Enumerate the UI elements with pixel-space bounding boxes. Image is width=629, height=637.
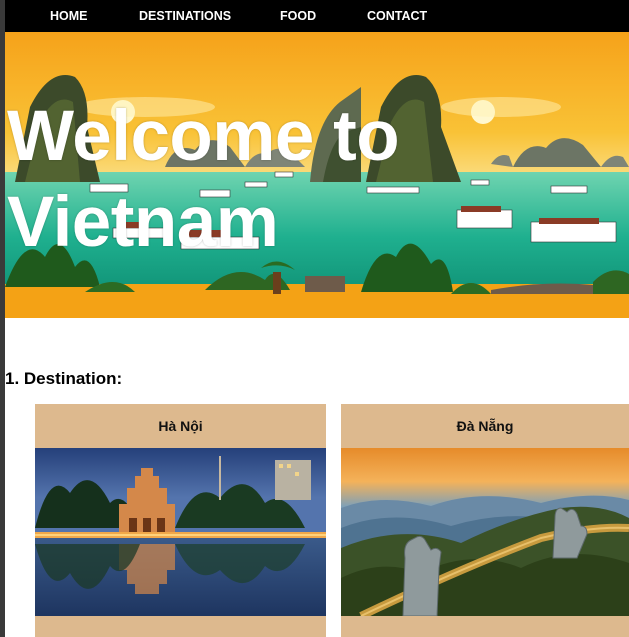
hero-title: Welcome to Vietnam <box>7 97 400 262</box>
nav-destinations-link[interactable]: DESTINATIONS <box>139 0 231 32</box>
card-title-hanoi: Hà Nội <box>158 418 203 434</box>
page: HOME DESTINATIONS FOOD CONTACT Welcome t… <box>0 0 629 637</box>
nav-home-link[interactable]: HOME <box>50 0 88 32</box>
hero-banner: Welcome to Vietnam <box>5 32 629 318</box>
nav-food-link[interactable]: FOOD <box>280 0 316 32</box>
destination-card-danang[interactable]: Đà Nẵng <box>341 404 629 637</box>
danang-photo <box>341 448 629 616</box>
destination-card-hanoi[interactable]: Hà Nội <box>35 404 326 637</box>
destinations-heading: 1. Destination: <box>5 369 123 388</box>
navbar: HOME DESTINATIONS FOOD CONTACT <box>5 0 629 32</box>
nav-contact-link[interactable]: CONTACT <box>367 0 427 32</box>
hanoi-photo <box>35 448 326 616</box>
card-title-danang: Đà Nẵng <box>456 418 514 434</box>
